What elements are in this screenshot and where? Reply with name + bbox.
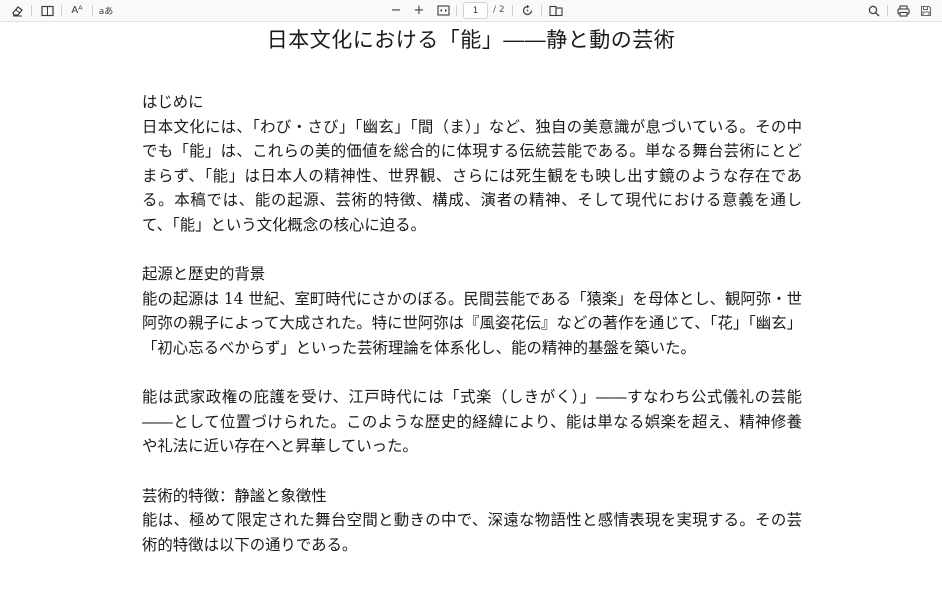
text-size-icon[interactable]: Aᴬ [67, 0, 87, 21]
zoom-in-button[interactable]: + [412, 0, 426, 21]
section-heading: 芸術的特徴：静謐と象徴性 [142, 486, 327, 505]
page-view-icon-glyph [549, 5, 563, 16]
zoom-out-label: − [390, 3, 402, 18]
page-number-input[interactable]: 1 [463, 2, 488, 19]
search-icon-glyph [868, 5, 880, 16]
fit-page-icon-glyph [436, 5, 450, 16]
reader-view-icon-glyph [40, 5, 54, 16]
fit-page-icon[interactable] [435, 0, 451, 21]
reader-view-icon[interactable] [38, 0, 56, 21]
eraser-icon-glyph [11, 6, 23, 17]
rotate-icon-glyph [522, 4, 532, 16]
paragraph: 能の起源は 14 世紀、室町時代にさかのぼる。民間芸能である「猿楽」を母体とし、… [142, 289, 802, 357]
section-heading: はじめに [142, 93, 204, 111]
save-icon[interactable] [918, 0, 934, 21]
save-icon-glyph [920, 5, 932, 16]
toolbar-divider [456, 5, 457, 16]
rotate-icon[interactable] [519, 0, 535, 21]
paragraph: 能は、極めて限定された舞台空間と動きの中で、深遠な物語性と感情表現を実現する。そ… [142, 511, 802, 554]
current-page: 1 [472, 5, 479, 16]
translate-label: aあ [98, 7, 114, 17]
toolbar-divider [61, 5, 62, 16]
toolbar-divider [541, 5, 542, 16]
print-icon[interactable] [895, 0, 911, 21]
eraser-icon[interactable] [8, 0, 26, 21]
page-view-icon[interactable] [548, 0, 564, 21]
toolbar-divider [887, 5, 888, 16]
search-icon[interactable] [866, 0, 882, 21]
toolbar-divider [31, 5, 32, 16]
zoom-in-label: + [413, 3, 425, 18]
section-heading: 起源と歴史的背景 [142, 265, 266, 284]
zoom-out-button[interactable]: − [389, 0, 403, 21]
toolbar-divider [92, 5, 93, 16]
text-size-label: Aᴬ [71, 5, 83, 16]
document-page: 日本文化における「能」――静と動の芸術 はじめに 日本文化には、「わび・さび」「… [0, 22, 942, 601]
pdf-toolbar: Aᴬ aあ − + 1 / 2 [0, 0, 942, 22]
document-title: 日本文化における「能」――静と動の芸術 [266, 28, 676, 52]
paragraph: 能は武家政権の庇護を受け、江戸時代には「式楽（しきがく）」――すなわち公式儀礼の… [142, 388, 802, 456]
paragraph: 日本文化には、「わび・さび」「幽玄」「間（ま）」など、独自の美意識が息づいている… [142, 117, 802, 234]
print-icon-glyph [896, 4, 910, 17]
document-body: はじめに 日本文化には、「わび・さび」「幽玄」「間（ま）」など、独自の美意識が息… [142, 90, 802, 557]
total-pages: / 2 [493, 5, 505, 15]
toolbar-divider [512, 5, 513, 16]
translate-icon[interactable]: aあ [97, 0, 115, 21]
